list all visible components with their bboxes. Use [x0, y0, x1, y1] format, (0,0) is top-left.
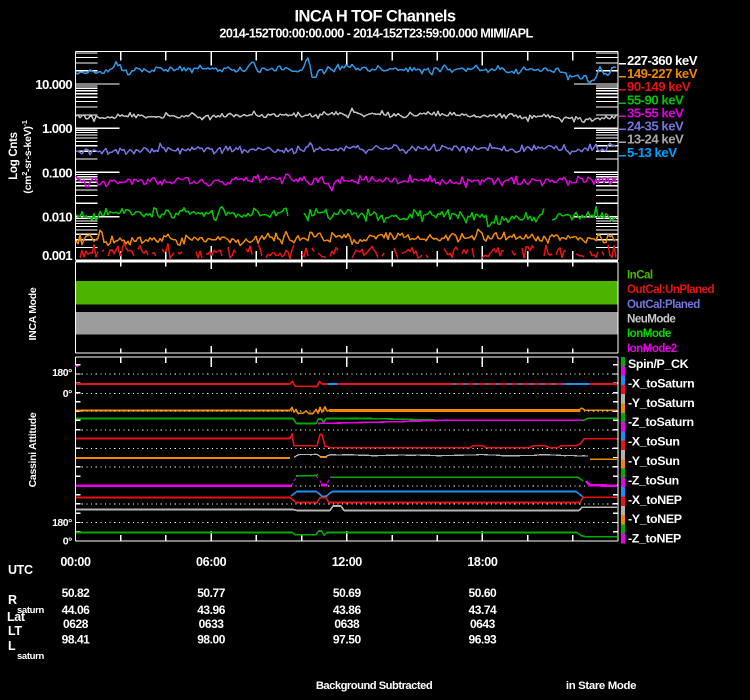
svg-text:0638: 0638 — [334, 617, 360, 631]
svg-text:0643: 0643 — [470, 617, 496, 631]
svg-text:5-13 keV: 5-13 keV — [627, 145, 677, 160]
svg-text:Log Cnts: Log Cnts — [8, 132, 20, 179]
svg-text:180°: 180° — [52, 367, 72, 379]
svg-text:06:00: 06:00 — [196, 555, 227, 569]
svg-text:OutCal:UnPlaned: OutCal:UnPlaned — [627, 283, 715, 296]
svg-text:0.010: 0.010 — [42, 210, 72, 225]
svg-text:-X_toNEP: -X_toNEP — [628, 493, 682, 507]
svg-text:43.86: 43.86 — [333, 603, 362, 617]
svg-text:0.100: 0.100 — [42, 165, 72, 180]
svg-text:-Y_toNEP: -Y_toNEP — [628, 512, 682, 526]
svg-text:43.74: 43.74 — [469, 603, 498, 617]
svg-text:IonMode: IonMode — [627, 327, 672, 340]
svg-text:InCal: InCal — [627, 269, 653, 282]
svg-text:18:00: 18:00 — [467, 555, 498, 569]
svg-text:00:00: 00:00 — [60, 555, 91, 569]
svg-text:-Z_toSaturn: -Z_toSaturn — [628, 415, 694, 429]
svg-text:44.06: 44.06 — [62, 603, 91, 617]
svg-text:180°: 180° — [52, 517, 72, 529]
svg-text:-Z_toNEP: -Z_toNEP — [628, 532, 681, 546]
svg-text:Background Subtracted: Background Subtracted — [316, 680, 433, 692]
svg-text:LT: LT — [8, 624, 22, 638]
svg-text:INCA H TOF Channels: INCA H TOF Channels — [295, 8, 456, 26]
svg-text:0628: 0628 — [63, 617, 89, 631]
svg-text:1.000: 1.000 — [42, 121, 72, 136]
svg-text:-X_toSun: -X_toSun — [628, 435, 680, 449]
svg-text:0°: 0° — [63, 388, 72, 400]
svg-text:UTC: UTC — [8, 563, 33, 577]
svg-text:-Y_toSaturn: -Y_toSaturn — [628, 396, 694, 410]
svg-text:98.41: 98.41 — [62, 633, 91, 647]
svg-text:43.96: 43.96 — [197, 603, 226, 617]
svg-text:NeuMode: NeuMode — [627, 313, 676, 326]
svg-text:INCA Mode: INCA Mode — [27, 287, 39, 340]
svg-text:Lat: Lat — [7, 610, 26, 624]
svg-text:0633: 0633 — [199, 617, 225, 631]
svg-text:-Z_toSun: -Z_toSun — [628, 473, 679, 487]
svg-text:Cassini Attitude: Cassini Attitude — [27, 412, 39, 487]
svg-text:10.000: 10.000 — [35, 77, 72, 92]
svg-text:50.60: 50.60 — [469, 586, 498, 600]
svg-text:0.001: 0.001 — [42, 248, 73, 263]
svg-text:96.93: 96.93 — [469, 633, 498, 647]
svg-text:98.00: 98.00 — [197, 633, 226, 647]
svg-text:OutCal:Planed: OutCal:Planed — [627, 298, 700, 311]
svg-text:97.50: 97.50 — [333, 633, 362, 647]
svg-text:0°: 0° — [63, 535, 72, 547]
svg-text:-X_toSaturn: -X_toSaturn — [628, 376, 694, 390]
svg-text:50.69: 50.69 — [333, 586, 362, 600]
svg-text:50.82: 50.82 — [62, 586, 91, 600]
svg-text:Spin/P_CK: Spin/P_CK — [628, 357, 689, 371]
svg-text:IonMode2: IonMode2 — [627, 342, 677, 355]
svg-text:L: L — [8, 639, 16, 653]
svg-text:(cm2-sr-s-keV)-1: (cm2-sr-s-keV)-1 — [20, 120, 34, 193]
svg-text:2014-152T00:00:00.000 - 2014-1: 2014-152T00:00:00.000 - 2014-152T23:59:0… — [219, 27, 533, 41]
svg-text:-Y_toSun: -Y_toSun — [628, 454, 680, 468]
svg-text:50.77: 50.77 — [197, 586, 226, 600]
svg-text:R: R — [8, 593, 17, 607]
svg-text:saturn: saturn — [17, 651, 44, 662]
svg-text:in Stare Mode: in Stare Mode — [566, 680, 636, 692]
svg-text:12:00: 12:00 — [332, 555, 363, 569]
